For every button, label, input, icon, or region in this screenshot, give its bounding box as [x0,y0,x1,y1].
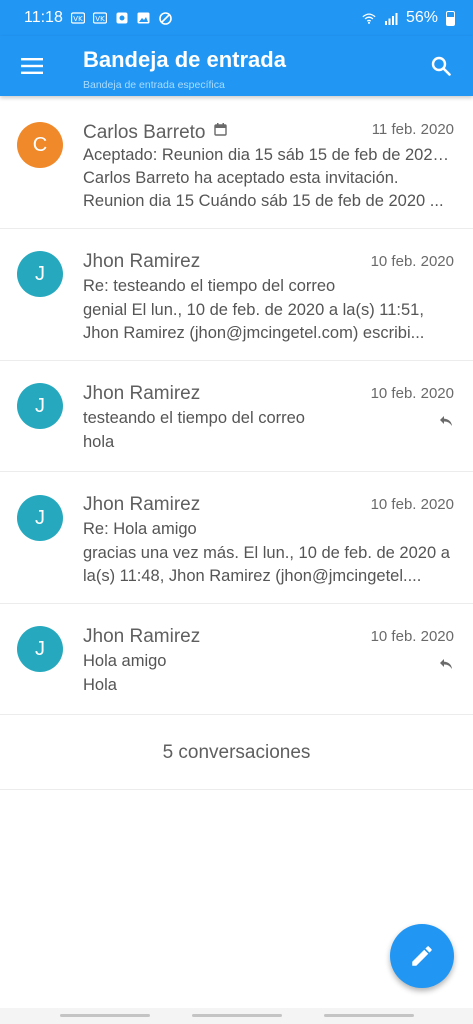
status-time: 11:18 [24,9,63,26]
voicemail-icon: VK [92,11,107,25]
message-preview: hola [83,433,115,451]
sender-label: Carlos Barreto [83,122,206,143]
conversation-row[interactable]: J Jhon Ramirez 10 feb. 2020 Re: testeand… [0,229,473,361]
svg-text:VK: VK [73,15,83,23]
message-date: 10 feb. 2020 [370,385,454,402]
search-button[interactable] [427,52,455,80]
system-nav-bar [0,1008,473,1024]
svg-text:VK: VK [95,15,105,23]
status-right: 56% [362,9,455,27]
menu-icon [21,58,43,74]
message-preview: genial El lun., 10 de feb. de 2020 a la(… [83,301,425,342]
message-preview: Carlos Barreto ha aceptado esta invitaci… [83,169,444,210]
avatar: J [17,251,63,297]
page-subtitle: Bandeja de entrada específica [83,79,225,91]
message-date: 10 feb. 2020 [370,253,454,270]
conversation-row[interactable]: J Jhon Ramirez 10 feb. 2020 Hola amigo H… [0,604,473,715]
calendar-icon [213,120,227,142]
app-icon [115,11,129,25]
message-date: 10 feb. 2020 [370,628,454,645]
avatar: J [17,626,63,672]
sender-name: Jhon Ramirez [83,383,201,404]
page-title: Bandeja de entrada [83,47,286,72]
conversation-row[interactable]: J Jhon Ramirez 10 feb. 2020 testeando el… [0,361,473,472]
compose-button[interactable] [390,924,454,988]
status-bar: 11:18 VK VK 56% [0,0,473,36]
conversation-row[interactable]: C Carlos Barreto 11 feb. 2020 Aceptado: … [0,96,473,229]
message-subject: Re: Hola amigo [83,520,197,538]
pencil-icon [412,946,432,966]
app-toolbar: Bandeja de entrada Bandeja de entrada es… [0,36,473,96]
battery-icon [446,10,455,26]
reply-icon [439,414,453,426]
signal-icon [384,11,398,25]
wifi-icon [362,11,376,25]
message-subject: testeando el tiempo del correo [83,409,305,427]
message-subject: Aceptado: Reunion dia 15 sáb 15 de feb d… [83,146,455,164]
conversation-list: C Carlos Barreto 11 feb. 2020 Aceptado: … [0,96,473,715]
message-subject: Hola amigo [83,652,167,670]
nav-back-handle[interactable] [324,1014,414,1017]
message-preview: gracias una vez más. El lun., 10 de feb.… [83,544,450,585]
message-date: 11 feb. 2020 [371,121,454,138]
app-root: 11:18 VK VK 56% Bandeja de entrada Bande… [0,0,473,1024]
avatar: C [17,122,63,168]
message-date: 10 feb. 2020 [370,496,454,513]
message-preview: Hola [83,676,117,694]
avatar: J [17,383,63,429]
sender-name: Carlos Barreto [83,120,227,144]
image-icon [137,11,151,25]
battery-percent: 56% [405,9,438,26]
conversation-row[interactable]: J Jhon Ramirez 10 feb. 2020 Re: Hola ami… [0,472,473,604]
nav-home-handle[interactable] [192,1014,282,1017]
reply-icon [439,657,453,669]
search-icon [431,56,451,76]
status-left: 11:18 VK VK [24,9,173,27]
sender-name: Jhon Ramirez [83,494,201,515]
sender-name: Jhon Ramirez [83,626,201,647]
menu-button[interactable] [16,52,48,80]
voicemail-icon: VK [70,11,85,25]
avatar: J [17,495,63,541]
blocked-icon [159,11,173,25]
message-subject: Re: testeando el tiempo del correo [83,277,336,295]
sender-name: Jhon Ramirez [83,251,201,272]
nav-recents-handle[interactable] [60,1014,150,1017]
conversation-count: 5 conversaciones [0,716,473,790]
